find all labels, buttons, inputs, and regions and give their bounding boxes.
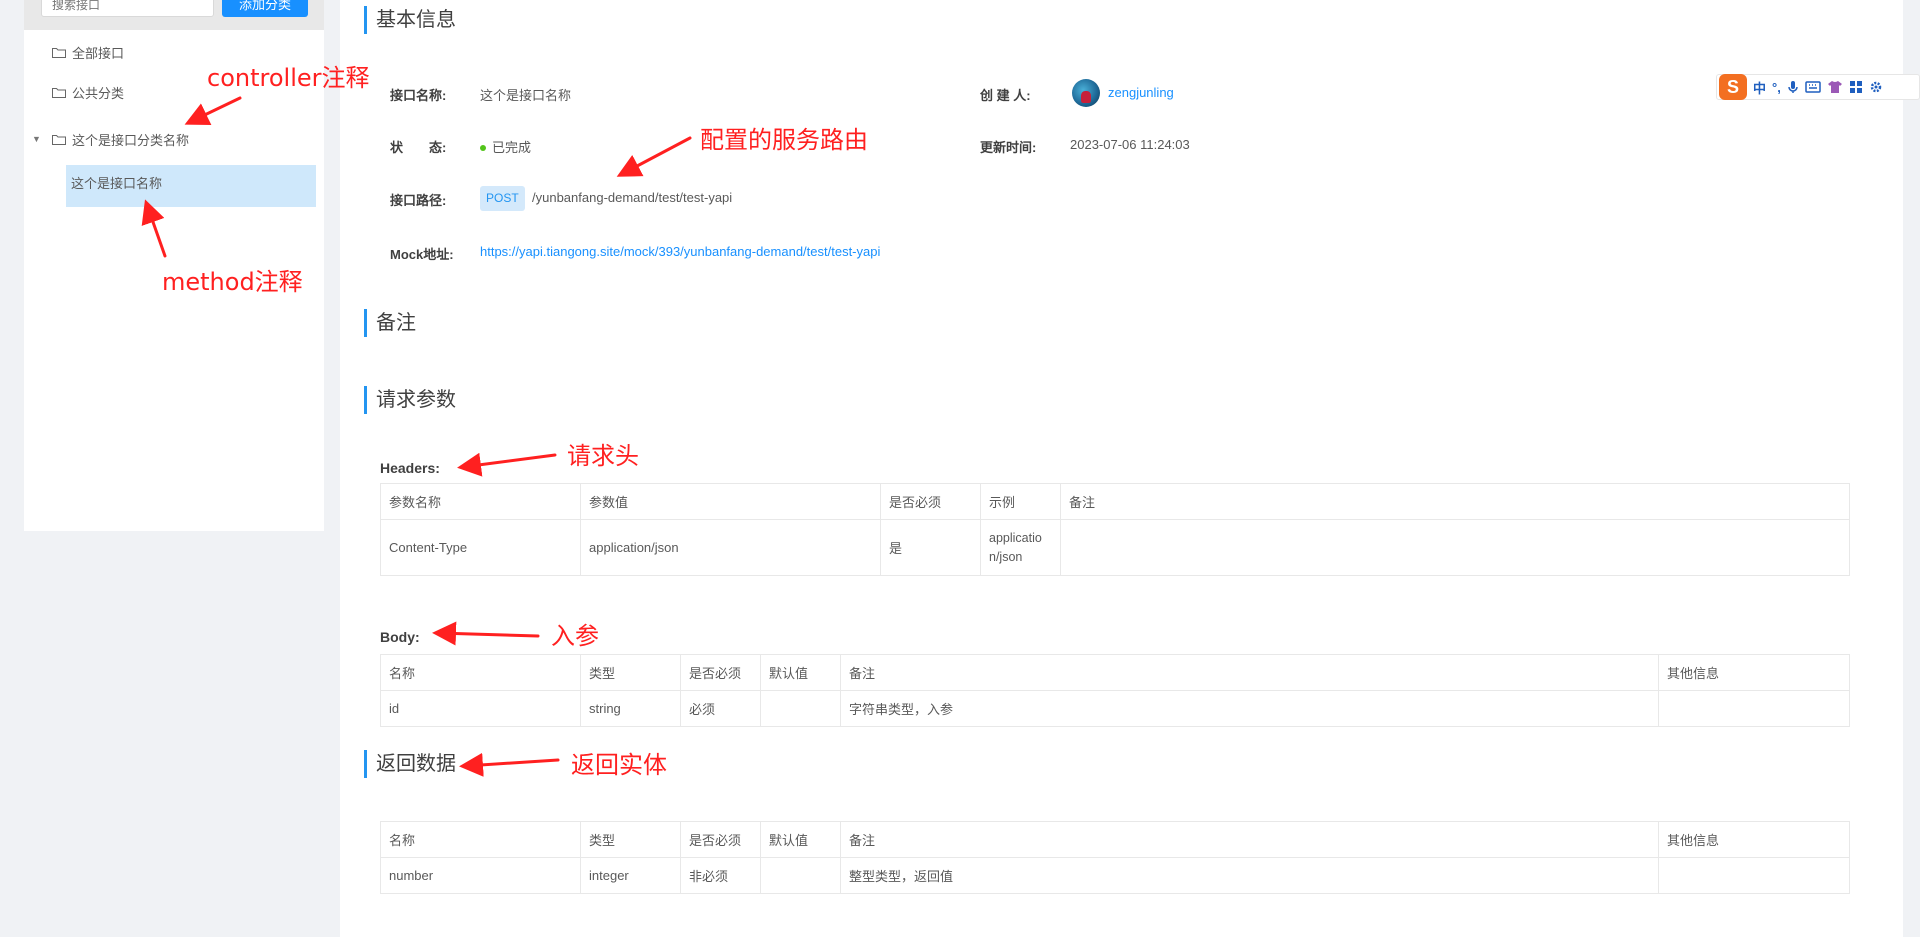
table-cell: Content-Type: [380, 519, 581, 576]
mock-link[interactable]: https://yapi.tiangong.site/mock/393/yunb…: [480, 244, 880, 259]
table-header-cell: 默认值: [760, 654, 841, 691]
annotation-method: method注释: [162, 268, 303, 296]
table-header-row: 名称 类型 是否必须 默认值 备注 其他信息: [380, 654, 1850, 691]
table-header-cell: 默认值: [760, 821, 841, 858]
settings-gear-icon[interactable]: [1869, 80, 1883, 94]
status-text: 已完成: [492, 140, 532, 155]
table-row: id string 必须 字符串类型，入参: [380, 690, 1850, 727]
table-header-cell: 备注: [1060, 483, 1850, 520]
table-header-cell: 类型: [580, 821, 681, 858]
table-cell: [760, 857, 841, 894]
section-title-request: 请求参数: [364, 386, 456, 414]
response-table: 名称 类型 是否必须 默认值 备注 其他信息 number integer 非必…: [380, 821, 1850, 894]
body-table: 名称 类型 是否必须 默认值 备注 其他信息 id string 必须 字符串类…: [380, 654, 1850, 727]
tree-item-category[interactable]: ▼ 这个是接口分类名称: [24, 119, 324, 159]
table-header-row: 名称 类型 是否必须 默认值 备注 其他信息: [380, 821, 1850, 858]
table-cell: 字符串类型，入参: [840, 690, 1659, 727]
creator-label: 创 建 人:: [980, 88, 1031, 103]
table-header-cell: 参数值: [580, 483, 881, 520]
skin-icon[interactable]: [1827, 80, 1843, 94]
toolbox-grid-icon[interactable]: [1849, 80, 1863, 94]
table-cell: 非必须: [680, 857, 761, 894]
search-input[interactable]: [41, 0, 214, 17]
table-cell: [1060, 519, 1850, 576]
update-time-label: 更新时间:: [980, 140, 1037, 155]
annotation-headers: 请求头: [567, 442, 639, 470]
table-cell: application/json: [980, 519, 1061, 576]
caret-down-icon[interactable]: ▼: [32, 134, 41, 144]
table-header-row: 参数名称 参数值 是否必须 示例 备注: [380, 483, 1850, 520]
table-cell: 必须: [680, 690, 761, 727]
table-header-cell: 参数名称: [380, 483, 581, 520]
ime-mode-toggle[interactable]: 中: [1753, 78, 1766, 97]
ime-toolbar[interactable]: S 中 °,: [1716, 74, 1920, 100]
table-cell: [760, 690, 841, 727]
table-header-cell: 类型: [580, 654, 681, 691]
keyboard-icon[interactable]: [1805, 81, 1821, 93]
add-category-button[interactable]: 添加分类: [222, 0, 308, 17]
avatar[interactable]: [1072, 79, 1100, 107]
update-time-value: 2023-07-06 11:24:03: [1070, 137, 1190, 152]
name-label: 接口名称:: [390, 88, 447, 103]
table-cell: [1658, 857, 1850, 894]
name-value: 这个是接口名称: [480, 88, 572, 103]
section-title-basic: 基本信息: [364, 6, 456, 34]
annotation-route: 配置的服务路由: [700, 126, 868, 154]
table-cell: application/json: [580, 519, 881, 576]
table-row: Content-Type application/json 是 applicat…: [380, 519, 1850, 576]
annotation-body: 入参: [551, 622, 599, 650]
tree-leaf-selected[interactable]: 这个是接口名称: [66, 165, 316, 207]
creator-link[interactable]: zengjunling: [1108, 85, 1174, 100]
table-header-cell: 是否必须: [880, 483, 981, 520]
annotation-controller: controller注释: [207, 64, 370, 92]
table-header-cell: 是否必须: [680, 654, 761, 691]
folder-open-icon: [52, 134, 66, 145]
table-header-cell: 名称: [380, 821, 581, 858]
table-cell: number: [380, 857, 581, 894]
microphone-icon[interactable]: [1787, 80, 1799, 94]
headers-table: 参数名称 参数值 是否必须 示例 备注 Content-Type applica…: [380, 483, 1850, 576]
headers-label: Headers:: [380, 460, 440, 476]
table-header-cell: 是否必须: [680, 821, 761, 858]
tree-item-label: 公共分类: [72, 85, 125, 101]
table-row: number integer 非必须 整型类型，返回值: [380, 857, 1850, 894]
mock-label: Mock地址:: [390, 247, 454, 262]
method-badge: POST: [480, 186, 525, 211]
table-cell: [1658, 690, 1850, 727]
table-header-cell: 其他信息: [1658, 821, 1850, 858]
sogou-logo-icon[interactable]: S: [1719, 74, 1747, 100]
section-title-remarks: 备注: [364, 309, 416, 337]
ime-punct-toggle[interactable]: °,: [1772, 80, 1781, 95]
status-label: 状 态:: [390, 140, 447, 155]
table-cell: 整型类型，返回值: [840, 857, 1659, 894]
table-header-cell: 名称: [380, 654, 581, 691]
tree-item-label: 全部接口: [72, 45, 125, 61]
section-title-response: 返回数据: [364, 750, 456, 778]
status-value: 已完成: [480, 137, 531, 156]
status-dot-icon: [480, 144, 486, 151]
path-value: /yunbanfang-demand/test/test-yapi: [532, 190, 733, 205]
table-header-cell: 备注: [840, 654, 1659, 691]
path-label: 接口路径:: [390, 193, 447, 208]
table-cell: integer: [580, 857, 681, 894]
table-cell: 是: [880, 519, 981, 576]
folder-icon: [52, 87, 66, 98]
table-cell: id: [380, 690, 581, 727]
tree-item-label: 这个是接口分类名称: [72, 132, 190, 148]
table-header-cell: 备注: [840, 821, 1659, 858]
table-header-cell: 示例: [980, 483, 1061, 520]
table-header-cell: 其他信息: [1658, 654, 1850, 691]
annotation-response: 返回实体: [571, 751, 667, 779]
table-cell: string: [580, 690, 681, 727]
folder-icon: [52, 47, 66, 58]
body-label: Body:: [380, 629, 420, 645]
